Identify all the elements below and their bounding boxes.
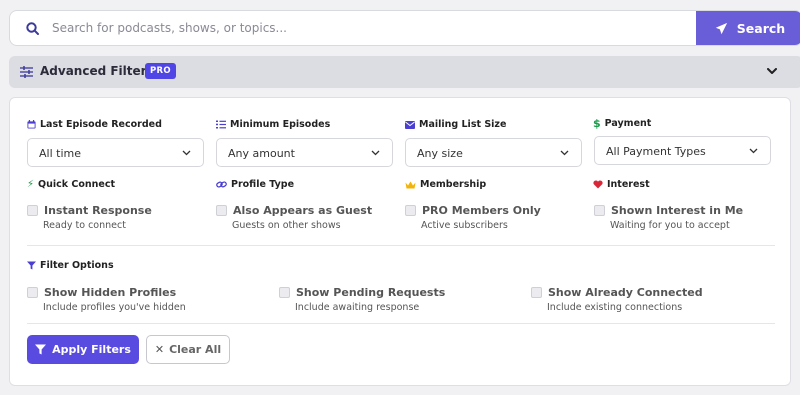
show-hidden-profiles-label: Show Hidden Profiles: [44, 286, 177, 299]
shown-interest-label: Shown Interest in Me: [611, 204, 744, 217]
min-episodes-label: Minimum Episodes: [216, 119, 330, 130]
show-pending-requests-label: Show Pending Requests: [296, 286, 446, 299]
mailing-list-label: Mailing List Size: [405, 119, 506, 130]
quick-connect-label: ⚡︎ Quick Connect: [27, 179, 115, 190]
show-already-connected-description: Include existing connections: [547, 302, 683, 313]
envelope-icon: [405, 120, 415, 129]
pro-badge: PRO: [145, 63, 176, 79]
checkbox[interactable]: [27, 205, 38, 216]
appears-as-guest-checkbox[interactable]: Also Appears as Guest Guests on other sh…: [216, 204, 372, 231]
profile-type-label-text: Profile Type: [231, 179, 295, 190]
checkbox[interactable]: [216, 205, 227, 216]
payment-value: All Payment Types: [606, 145, 706, 158]
interest-label: Interest: [593, 179, 650, 190]
appears-as-guest-description: Guests on other shows: [232, 220, 341, 231]
checkbox[interactable]: [279, 287, 290, 298]
mailing-list-value: Any size: [417, 147, 463, 160]
quick-connect-label-text: Quick Connect: [38, 179, 116, 190]
appears-as-guest-label: Also Appears as Guest: [233, 204, 373, 217]
checkbox[interactable]: [531, 287, 542, 298]
show-already-connected-label: Show Already Connected: [548, 286, 703, 299]
filters-panel: Last Episode Recorded Minimum Episodes M…: [9, 97, 791, 386]
last-episode-select[interactable]: All time: [27, 138, 204, 167]
pro-members-label: PRO Members Only: [422, 204, 541, 217]
shown-interest-checkbox[interactable]: Shown Interest in Me Waiting for you to …: [594, 204, 743, 231]
search-button-label: Search: [736, 20, 786, 36]
filter-icon: [27, 261, 36, 270]
mailing-list-select[interactable]: Any size: [405, 138, 582, 167]
checkbox[interactable]: [405, 205, 416, 216]
chevron-down-icon: [749, 148, 758, 154]
apply-filters-label: Apply Filters: [52, 343, 131, 356]
apply-filters-button[interactable]: Apply Filters: [27, 335, 139, 364]
show-hidden-profiles-description: Include profiles you've hidden: [43, 302, 186, 313]
search-button[interactable]: Search: [696, 11, 800, 45]
min-episodes-select[interactable]: Any amount: [216, 138, 393, 167]
filter-options-label: Filter Options: [27, 260, 114, 271]
instant-response-label: Instant Response: [44, 204, 152, 217]
min-episodes-label-text: Minimum Episodes: [230, 119, 331, 130]
link-icon: [216, 181, 227, 188]
payment-select[interactable]: All Payment Types: [594, 136, 771, 165]
show-pending-requests-description: Include awaiting response: [295, 302, 420, 313]
payment-label-text: Payment: [604, 118, 652, 129]
min-episodes-value: Any amount: [228, 147, 295, 160]
advanced-filters-title: Advanced Filters: [40, 64, 154, 78]
last-episode-label: Last Episode Recorded: [27, 119, 162, 130]
chevron-down-icon[interactable]: [767, 68, 777, 75]
show-hidden-profiles-checkbox[interactable]: Show Hidden Profiles Include profiles yo…: [27, 286, 186, 313]
sliders-icon: [20, 66, 33, 78]
shown-interest-description: Waiting for you to accept: [610, 220, 730, 231]
show-already-connected-checkbox[interactable]: Show Already Connected Include existing …: [531, 286, 703, 313]
payment-label: $ Payment: [593, 117, 651, 130]
membership-label: Membership: [405, 179, 486, 190]
chevron-down-icon: [182, 150, 191, 156]
last-episode-label-text: Last Episode Recorded: [40, 119, 162, 130]
checkbox[interactable]: [27, 287, 38, 298]
show-pending-requests-checkbox[interactable]: Show Pending Requests Include awaiting r…: [279, 286, 445, 313]
mailing-list-label-text: Mailing List Size: [419, 119, 507, 130]
instant-response-checkbox[interactable]: Instant Response Ready to connect: [27, 204, 152, 231]
search-input[interactable]: [52, 11, 692, 45]
clear-all-label: Clear All: [169, 343, 222, 356]
profile-type-label: Profile Type: [216, 179, 294, 190]
divider: [27, 245, 775, 246]
send-icon: [715, 22, 727, 34]
instant-response-description: Ready to connect: [43, 220, 126, 231]
chevron-down-icon: [560, 150, 569, 156]
divider: [27, 323, 775, 324]
crown-icon: [405, 181, 416, 188]
membership-label-text: Membership: [420, 179, 487, 190]
dollar-icon: $: [593, 117, 601, 130]
clear-all-button[interactable]: ✕ Clear All: [146, 335, 230, 364]
interest-label-text: Interest: [607, 179, 650, 190]
chevron-down-icon: [371, 150, 380, 156]
bolt-icon: ⚡︎: [27, 179, 35, 190]
search-bar: Search: [9, 10, 800, 46]
list-icon: [216, 120, 226, 129]
filter-icon: [35, 344, 47, 355]
pro-members-checkbox[interactable]: PRO Members Only Active subscribers: [405, 204, 541, 231]
close-icon: ✕: [154, 343, 165, 356]
last-episode-value: All time: [39, 147, 81, 160]
calendar-icon: [27, 120, 36, 129]
pro-members-description: Active subscribers: [421, 220, 508, 231]
heart-icon: [593, 180, 603, 189]
filter-options-label-text: Filter Options: [40, 260, 114, 271]
checkbox[interactable]: [594, 205, 605, 216]
search-icon: [26, 22, 39, 35]
advanced-filters-toggle[interactable]: Advanced Filters PRO: [9, 56, 800, 88]
